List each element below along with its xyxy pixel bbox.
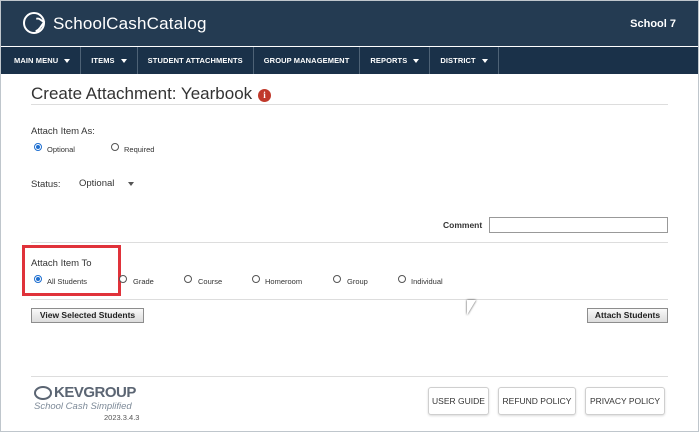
caret-down-icon <box>64 58 71 63</box>
attach-as-label: Attach Item As: <box>31 126 95 137</box>
app-header: SchoolCashCatalog School 7 <box>1 1 698 46</box>
info-icon[interactable]: i <box>258 89 271 102</box>
nav-group-management[interactable]: GROUP MANAGEMENT <box>254 47 361 74</box>
radio-all-students[interactable] <box>34 275 42 283</box>
refund-policy-button[interactable]: REFUND POLICY <box>498 387 576 415</box>
status-select-value: Optional <box>79 178 115 189</box>
nav-student-attachments-label: STUDENT ATTACHMENTS <box>147 56 243 65</box>
view-selected-students-button[interactable]: View Selected Students <box>31 308 144 323</box>
radio-individual-label: Individual <box>411 277 443 286</box>
status-select[interactable]: Optional <box>73 175 137 193</box>
radio-optional[interactable] <box>34 143 42 151</box>
school-cash-logo-icon <box>23 12 45 34</box>
radio-required-label: Required <box>124 145 155 154</box>
nav-main-menu[interactable]: MAIN MENU <box>1 47 82 74</box>
radio-individual[interactable] <box>398 275 406 283</box>
radio-required[interactable] <box>111 143 119 151</box>
section-divider <box>31 242 668 243</box>
radio-homeroom-label: Homeroom <box>265 277 303 286</box>
title-divider <box>31 104 668 105</box>
options-divider <box>31 299 668 300</box>
app-version: 2023.3.4.3 <box>104 413 140 422</box>
school-name[interactable]: School 7 <box>630 18 676 30</box>
comment-label: Comment <box>443 220 483 230</box>
privacy-policy-button[interactable]: PRIVACY POLICY <box>585 387 665 415</box>
brand-name: KEVGROUP <box>54 384 136 401</box>
caret-down-icon <box>120 58 127 63</box>
radio-grade[interactable] <box>119 275 127 283</box>
page-title: Create Attachment: Yearbook <box>31 84 253 103</box>
status-label: Status: <box>31 179 61 190</box>
nav-items[interactable]: ITEMS <box>81 47 138 74</box>
nav-group-management-label: GROUP MANAGEMENT <box>263 56 350 65</box>
radio-group[interactable] <box>333 275 341 283</box>
radio-group-label: Group <box>347 277 368 286</box>
user-guide-button[interactable]: USER GUIDE <box>428 387 489 415</box>
radio-homeroom[interactable] <box>252 275 260 283</box>
nav-district[interactable]: DISTRICT <box>430 47 499 74</box>
radio-course-label: Course <box>198 277 223 286</box>
brand-tagline: School Cash Simplified <box>34 401 132 412</box>
nav-student-attachments[interactable]: STUDENT ATTACHMENTS <box>138 47 254 74</box>
comment-input[interactable] <box>489 217 668 233</box>
mouse-pointer-icon <box>467 300 476 315</box>
nav-district-label: DISTRICT <box>440 56 476 65</box>
attach-students-button[interactable]: Attach Students <box>587 308 668 323</box>
nav-reports-label: REPORTS <box>370 56 408 65</box>
attach-to-label: Attach Item To <box>31 258 92 269</box>
footer-divider <box>31 376 668 377</box>
radio-all-students-label: All Students <box>47 277 88 286</box>
kevgroup-swirl-icon <box>34 386 52 400</box>
radio-course[interactable] <box>184 275 192 283</box>
nav-items-label: ITEMS <box>91 56 115 65</box>
main-nav: MAIN MENU ITEMS STUDENT ATTACHMENTS GROU… <box>1 47 698 74</box>
caret-down-icon <box>413 58 420 63</box>
caret-down-icon <box>481 58 488 63</box>
radio-optional-label: Optional <box>47 145 75 154</box>
chevron-down-icon <box>128 182 134 186</box>
app-title: SchoolCashCatalog <box>53 14 207 33</box>
nav-reports[interactable]: REPORTS <box>360 47 431 74</box>
radio-grade-label: Grade <box>133 277 154 286</box>
nav-main-menu-label: MAIN MENU <box>14 56 59 65</box>
highlight-box <box>22 245 121 296</box>
